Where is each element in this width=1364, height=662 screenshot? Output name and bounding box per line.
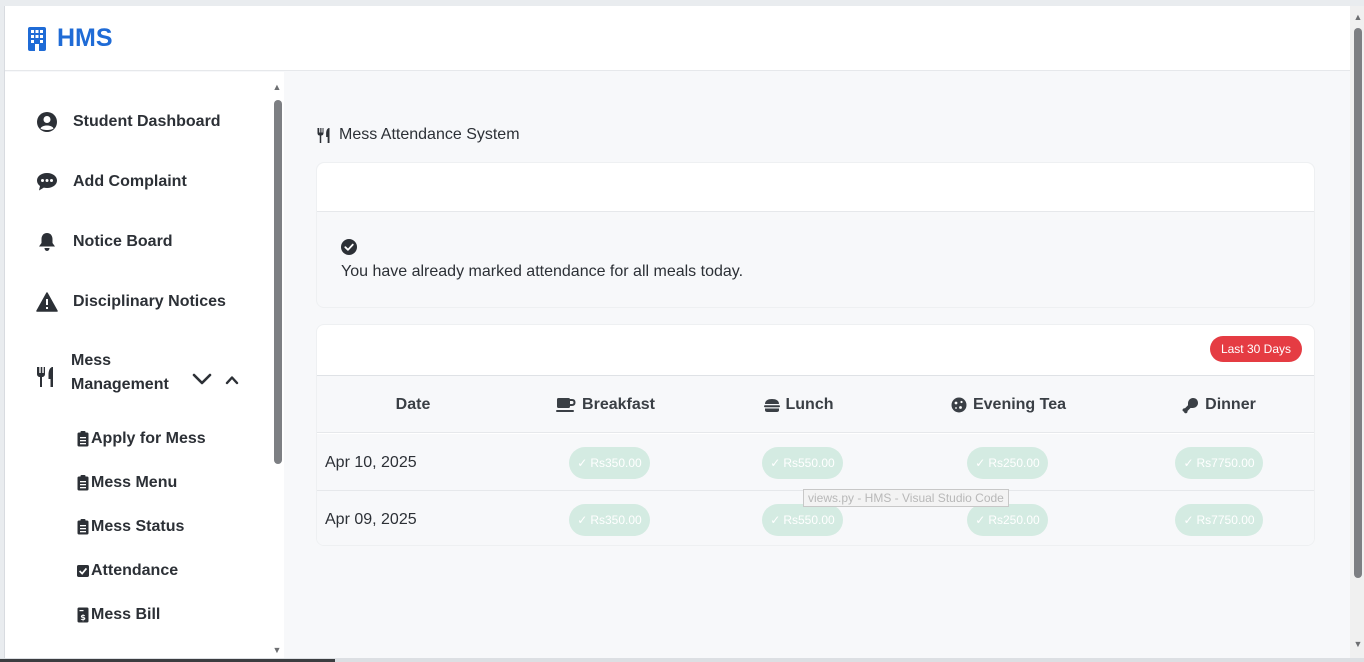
sidebar-item-label: Add Complaint bbox=[73, 173, 187, 190]
clipboard-icon bbox=[77, 519, 89, 535]
amount-text: Rs550.00 bbox=[783, 456, 835, 470]
taskbar-tooltip: views.py - HMS - Visual Studio Code bbox=[803, 489, 1009, 507]
sidebar-item-add-complaint[interactable]: Add Complaint bbox=[35, 170, 187, 194]
amount-text: Rs7750.00 bbox=[1196, 513, 1255, 527]
chevron-down-icon[interactable] bbox=[192, 372, 212, 390]
sidebar-scrollbar[interactable]: ▲ ▼ bbox=[272, 80, 282, 655]
dinner-amount-pill: ✓ Rs7750.00 bbox=[1175, 447, 1263, 479]
comment-dots-icon bbox=[35, 170, 59, 194]
table-header: Date Breakfast Lunch Evening Tea Dinner bbox=[317, 375, 1314, 434]
sidebar-subitem-label: Mess Bill bbox=[91, 606, 161, 623]
amount-text: Rs7750.00 bbox=[1196, 456, 1255, 470]
main-content: Mess Attendance System You have already … bbox=[284, 72, 1350, 658]
brand-name: HMS bbox=[57, 24, 113, 52]
card-header bbox=[317, 163, 1314, 212]
sidebar-subitem-mess-status[interactable]: Mess Status bbox=[77, 518, 184, 536]
sidebar-item-disciplinary-notices[interactable]: Disciplinary Notices bbox=[35, 290, 226, 314]
breakfast-amount-pill: ✓ Rs350.00 bbox=[569, 504, 650, 536]
column-header-label: Date bbox=[395, 396, 431, 413]
check-icon: ✓ bbox=[975, 456, 986, 470]
column-header-dinner: Dinner bbox=[1122, 376, 1314, 434]
check-icon: ✓ bbox=[577, 456, 588, 470]
period-badge: Last 30 Days bbox=[1209, 336, 1302, 362]
check-icon: ✓ bbox=[1183, 456, 1194, 470]
row-date: Apr 10, 2025 bbox=[325, 453, 417, 471]
sidebar-item-label: Student Dashboard bbox=[73, 113, 221, 130]
check-square-icon bbox=[77, 563, 89, 579]
utensils-icon bbox=[35, 366, 55, 393]
sidebar-subitem-label: Mess Menu bbox=[91, 474, 178, 491]
dinner-amount-pill: ✓ Rs7750.00 bbox=[1175, 504, 1263, 536]
sidebar-subitem-mess-menu[interactable]: Mess Menu bbox=[77, 474, 177, 492]
user-circle-icon bbox=[35, 110, 59, 134]
column-header-label: Dinner bbox=[1205, 396, 1256, 413]
bill-icon: $ bbox=[77, 607, 89, 623]
sidebar-item-notice-board[interactable]: Notice Board bbox=[35, 230, 173, 254]
lunch-amount-pill: ✓ Rs550.00 bbox=[762, 447, 843, 479]
column-header-label: Lunch bbox=[785, 396, 834, 413]
scroll-down-arrow-icon[interactable]: ▼ bbox=[1353, 639, 1363, 649]
amount-text: Rs550.00 bbox=[783, 513, 835, 527]
column-header-label: Breakfast bbox=[582, 396, 655, 413]
page-title-text: Mess Attendance System bbox=[339, 126, 520, 143]
amount-text: Rs350.00 bbox=[590, 513, 642, 527]
amount-text: Rs250.00 bbox=[988, 513, 1040, 527]
sidebar-item-label: Disciplinary Notices bbox=[73, 293, 226, 310]
amount-text: Rs250.00 bbox=[988, 456, 1040, 470]
sidebar-subitem-attendance[interactable]: Attendance bbox=[77, 562, 178, 580]
app-window: HMS Student Dashboard Add Complaint Noti… bbox=[4, 6, 1364, 658]
amount-text: Rs350.00 bbox=[590, 456, 642, 470]
status-message: You have already marked attendance for a… bbox=[341, 263, 744, 280]
tea-amount-pill: ✓ Rs250.00 bbox=[967, 504, 1048, 536]
sidebar-subitem-apply-for-mess[interactable]: Apply for Mess bbox=[77, 430, 206, 448]
column-header-evening-tea: Evening Tea bbox=[895, 376, 1122, 434]
column-header-date: Date bbox=[317, 376, 509, 434]
building-icon bbox=[28, 26, 46, 51]
clipboard-icon bbox=[77, 475, 89, 491]
column-header-lunch: Lunch bbox=[702, 376, 895, 434]
sidebar-item-student-dashboard[interactable]: Student Dashboard bbox=[35, 110, 221, 134]
check-icon: ✓ bbox=[770, 513, 781, 527]
sidebar-subitem-label: Apply for Mess bbox=[91, 430, 206, 447]
drumstick-icon bbox=[1182, 397, 1199, 413]
check-icon: ✓ bbox=[975, 513, 986, 527]
sidebar-subitem-mess-bill[interactable]: $ Mess Bill bbox=[77, 606, 160, 624]
scroll-up-arrow-icon[interactable]: ▲ bbox=[272, 82, 282, 92]
sidebar-scrollbar-thumb[interactable] bbox=[274, 100, 282, 464]
scroll-down-arrow-icon[interactable]: ▼ bbox=[272, 645, 282, 655]
bell-icon bbox=[35, 230, 59, 254]
sidebar: Student Dashboard Add Complaint Notice B… bbox=[5, 72, 284, 658]
clipboard-icon bbox=[77, 431, 89, 447]
sidebar-subitem-label: Mess Status bbox=[91, 518, 185, 535]
sidebar-subitem-label: Attendance bbox=[91, 562, 179, 579]
column-header-label: Evening Tea bbox=[972, 396, 1067, 413]
utensils-icon bbox=[317, 127, 330, 143]
breakfast-amount-pill: ✓ Rs350.00 bbox=[569, 447, 650, 479]
check-circle-icon bbox=[341, 239, 357, 255]
column-header-breakfast: Breakfast bbox=[509, 376, 702, 434]
tea-amount-pill: ✓ Rs250.00 bbox=[967, 447, 1048, 479]
row-date: Apr 09, 2025 bbox=[325, 510, 417, 528]
cookie-icon bbox=[951, 397, 967, 413]
page-title: Mess Attendance System bbox=[316, 126, 520, 144]
warning-triangle-icon bbox=[35, 290, 59, 314]
brand-logo[interactable]: HMS bbox=[27, 24, 113, 53]
check-icon: ✓ bbox=[577, 513, 588, 527]
sidebar-item-label: Notice Board bbox=[73, 233, 173, 250]
page-scrollbar-thumb[interactable] bbox=[1354, 28, 1362, 578]
check-icon: ✓ bbox=[1183, 513, 1194, 527]
check-icon: ✓ bbox=[770, 456, 781, 470]
lunch-amount-pill: ✓ Rs550.00 bbox=[762, 504, 843, 536]
table-row: Apr 10, 2025 ✓ Rs350.00 ✓ Rs550.00 ✓ Rs250.… bbox=[317, 434, 1314, 491]
attendance-history-card: Last 30 Days Date Breakfast Lunch Evenin… bbox=[316, 324, 1315, 546]
svg-text:$: $ bbox=[80, 613, 86, 622]
hamburger-icon bbox=[763, 398, 780, 412]
chevron-up-icon[interactable] bbox=[225, 372, 239, 390]
scroll-up-arrow-icon[interactable]: ▲ bbox=[1353, 12, 1363, 22]
app-header: HMS bbox=[5, 6, 1350, 71]
page-scrollbar[interactable]: ▲ ▼ bbox=[1350, 6, 1364, 658]
attendance-status-card: You have already marked attendance for a… bbox=[316, 162, 1315, 308]
coffee-icon bbox=[556, 398, 576, 412]
sidebar-item-label: Mess Management bbox=[71, 352, 169, 393]
